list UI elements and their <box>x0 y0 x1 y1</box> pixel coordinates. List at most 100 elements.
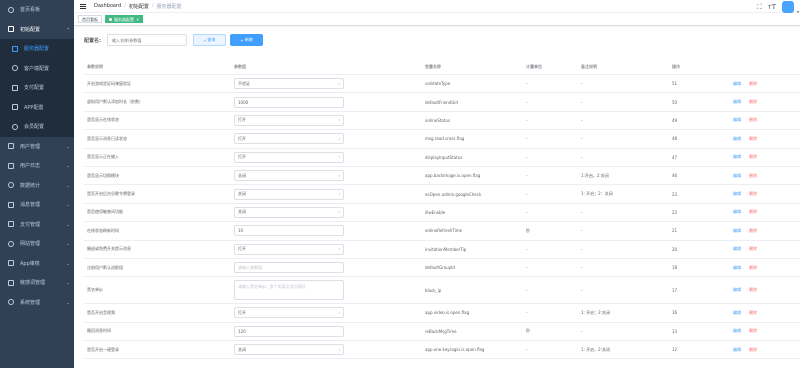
edit-link[interactable]: 编辑 <box>733 191 741 197</box>
fullscreen-icon[interactable]: ⛶ <box>757 2 762 12</box>
close-icon[interactable]: × <box>136 16 139 23</box>
sidebar-item[interactable]: 数据统计 ⌄ <box>0 176 74 196</box>
chevron-down-icon: ⌄ <box>66 163 70 169</box>
param-value-cell: 1000 <box>231 96 422 108</box>
sidebar-item[interactable]: 敏感词管理 ⌄ <box>0 273 74 293</box>
row-id: 18 <box>672 265 678 271</box>
var-name: onlineStatus <box>425 117 450 123</box>
param-input[interactable]: 120 <box>234 325 344 337</box>
delete-link[interactable]: 删除 <box>749 265 757 271</box>
param-select[interactable]: 打开 ▾ <box>234 151 344 163</box>
add-button-label: 新增 <box>244 37 253 42</box>
delete-link[interactable]: 删除 <box>749 136 757 142</box>
unit: - <box>526 117 528 123</box>
var-name: defaultFriendUid <box>425 99 458 105</box>
param-value-cell: 打开 ▾ <box>231 151 422 163</box>
delete-link[interactable]: 删除 <box>749 246 757 252</box>
edit-link[interactable]: 编辑 <box>733 228 741 234</box>
param-select[interactable]: 打开 ▾ <box>234 114 344 126</box>
delete-link[interactable]: 删除 <box>749 191 757 197</box>
param-value-cell: 不验证 ▾ <box>231 78 422 90</box>
sidebar-item[interactable]: 初始配置 ⌃ <box>0 20 74 40</box>
sidebar-item[interactable]: 首页看板 <box>0 0 74 20</box>
sidebar-item[interactable]: 支付配置 <box>0 78 74 98</box>
sidebar-item[interactable]: App审核 ⌄ <box>0 254 74 274</box>
edit-link[interactable]: 编辑 <box>733 173 741 179</box>
param-select[interactable]: 打开 ▾ <box>234 133 344 145</box>
param-value-cell: 请输入参数值 <box>231 262 422 274</box>
user-icon <box>8 143 14 150</box>
unit: 秒 <box>526 328 530 334</box>
sidebar-item[interactable]: 会员配置 <box>0 117 74 137</box>
param-select[interactable]: 关闭 ▾ <box>234 188 344 200</box>
delete-link[interactable]: 删除 <box>749 209 757 215</box>
param-select[interactable]: 关闭 ▾ <box>234 206 344 218</box>
sidebar-item[interactable]: APP配置 <box>0 97 74 117</box>
delete-link[interactable]: 删除 <box>749 117 757 123</box>
param-select[interactable]: 关闭 ▾ <box>234 170 344 182</box>
row-actions: 编辑 删除 <box>730 265 800 271</box>
sidebar-item[interactable]: 用户日志 ⌄ <box>0 156 74 176</box>
note: 1: 开启；2:关闭 <box>581 309 611 315</box>
delete-link[interactable]: 删除 <box>749 347 757 353</box>
delete-link[interactable]: 删除 <box>749 287 757 293</box>
delete-link[interactable]: 删除 <box>749 99 757 105</box>
edit-link[interactable]: 编辑 <box>733 328 741 334</box>
sidebar-item[interactable]: 支付管理 ⌄ <box>0 215 74 235</box>
param-textarea[interactable]: 请输入黑名单ip，多个用英文逗号隔开 <box>234 280 344 301</box>
param-input[interactable]: 请输入参数值 <box>234 262 344 274</box>
breadcrumb-dashboard[interactable]: Dashboard <box>94 3 121 9</box>
message-icon <box>8 201 14 208</box>
hamburger-icon[interactable] <box>80 3 86 9</box>
unit: - <box>526 209 528 215</box>
param-select[interactable]: 打开 ▾ <box>234 243 344 255</box>
edit-link[interactable]: 编辑 <box>733 136 741 142</box>
edit-link[interactable]: 编辑 <box>733 209 741 215</box>
add-button[interactable]: + 新增 <box>230 34 263 46</box>
param-select[interactable]: 不验证 ▾ <box>234 78 344 90</box>
edit-link[interactable]: 编辑 <box>733 347 741 353</box>
param-select[interactable]: 打开 ▾ <box>234 307 344 319</box>
param-value-text: 打开 <box>238 246 246 252</box>
delete-link[interactable]: 删除 <box>749 173 757 179</box>
breadcrumb-init-config[interactable]: 初始配置 <box>129 3 149 10</box>
table-header: 参数说明 参数值 变量名称 计量单位 备注说明 操作 <box>84 59 800 75</box>
edit-link[interactable]: 编辑 <box>733 310 741 316</box>
font-size-icon[interactable]: тT <box>768 2 776 12</box>
param-desc: 是否显示正在输入 <box>87 154 119 160</box>
edit-link[interactable]: 编辑 <box>733 287 741 293</box>
chevron-down-icon: ▾ <box>338 118 340 123</box>
sidebar-item[interactable]: 用户管理 ⌄ <box>0 137 74 157</box>
param-select[interactable]: 关闭 ▾ <box>234 344 344 356</box>
delete-link[interactable]: 删除 <box>749 328 757 334</box>
chevron-down-icon: ▾ <box>338 310 340 315</box>
delete-link[interactable]: 删除 <box>749 81 757 87</box>
sidebar-item[interactable]: 消息管理 ⌄ <box>0 195 74 215</box>
note: - <box>581 328 583 334</box>
edit-link[interactable]: 编辑 <box>733 154 741 160</box>
chevron-down-icon: ▾ <box>338 347 340 352</box>
query-button[interactable]: ⌕ 查询 <box>193 34 226 46</box>
param-input[interactable]: 1000 <box>234 96 344 108</box>
sidebar-item[interactable]: 服务器配置 <box>0 39 74 59</box>
delete-link[interactable]: 删除 <box>749 310 757 316</box>
param-input[interactable]: 10 <box>234 225 344 237</box>
search-input[interactable] <box>107 34 187 46</box>
edit-link[interactable]: 编辑 <box>733 81 741 87</box>
sidebar-item[interactable]: 网站管理 ⌄ <box>0 234 74 254</box>
stats-icon <box>8 182 14 189</box>
tag-home[interactable]: 首页看板 <box>78 15 102 23</box>
avatar[interactable] <box>782 1 799 14</box>
param-value-text: 请输入参数值 <box>238 264 262 270</box>
note: - <box>581 228 583 234</box>
edit-link[interactable]: 编辑 <box>733 246 741 252</box>
param-desc: 撤退或免费开关提示消息 <box>87 246 131 252</box>
delete-link[interactable]: 删除 <box>749 154 757 160</box>
sidebar-item[interactable]: 系统管理 ⌄ <box>0 293 74 313</box>
edit-link[interactable]: 编辑 <box>733 265 741 271</box>
delete-link[interactable]: 删除 <box>749 228 757 234</box>
sidebar-item[interactable]: 客户端配置 <box>0 58 74 78</box>
tag-server-config[interactable]: 服务器配置 × <box>105 15 144 23</box>
edit-link[interactable]: 编辑 <box>733 117 741 123</box>
edit-link[interactable]: 编辑 <box>733 99 741 105</box>
